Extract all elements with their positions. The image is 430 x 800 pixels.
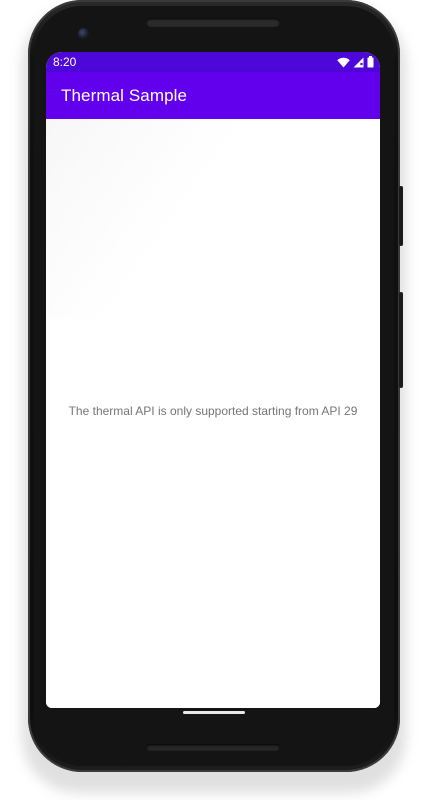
home-gesture-handle[interactable] [183, 711, 245, 714]
status-time: 8:20 [53, 55, 77, 69]
thermal-message: The thermal API is only supported starti… [68, 404, 358, 418]
navigation-area [46, 694, 380, 708]
front-camera-icon [78, 28, 89, 39]
status-icons [337, 55, 374, 69]
device-frame: 8:20 Thermal Sample The thermal API is o… [0, 0, 430, 800]
earpiece-speaker [146, 18, 280, 27]
bottom-speaker [146, 744, 280, 751]
wifi-icon [337, 57, 350, 68]
status-bar: 8:20 [46, 52, 380, 72]
screen-glare [46, 119, 246, 319]
app-title: Thermal Sample [61, 86, 188, 105]
cellular-signal-icon [353, 57, 364, 68]
main-content: The thermal API is only supported starti… [46, 119, 380, 694]
power-button[interactable] [399, 186, 403, 246]
volume-button[interactable] [399, 292, 403, 388]
battery-icon [367, 56, 374, 68]
app-bar: Thermal Sample [46, 72, 380, 119]
screen: 8:20 Thermal Sample The thermal API is o… [46, 52, 380, 708]
